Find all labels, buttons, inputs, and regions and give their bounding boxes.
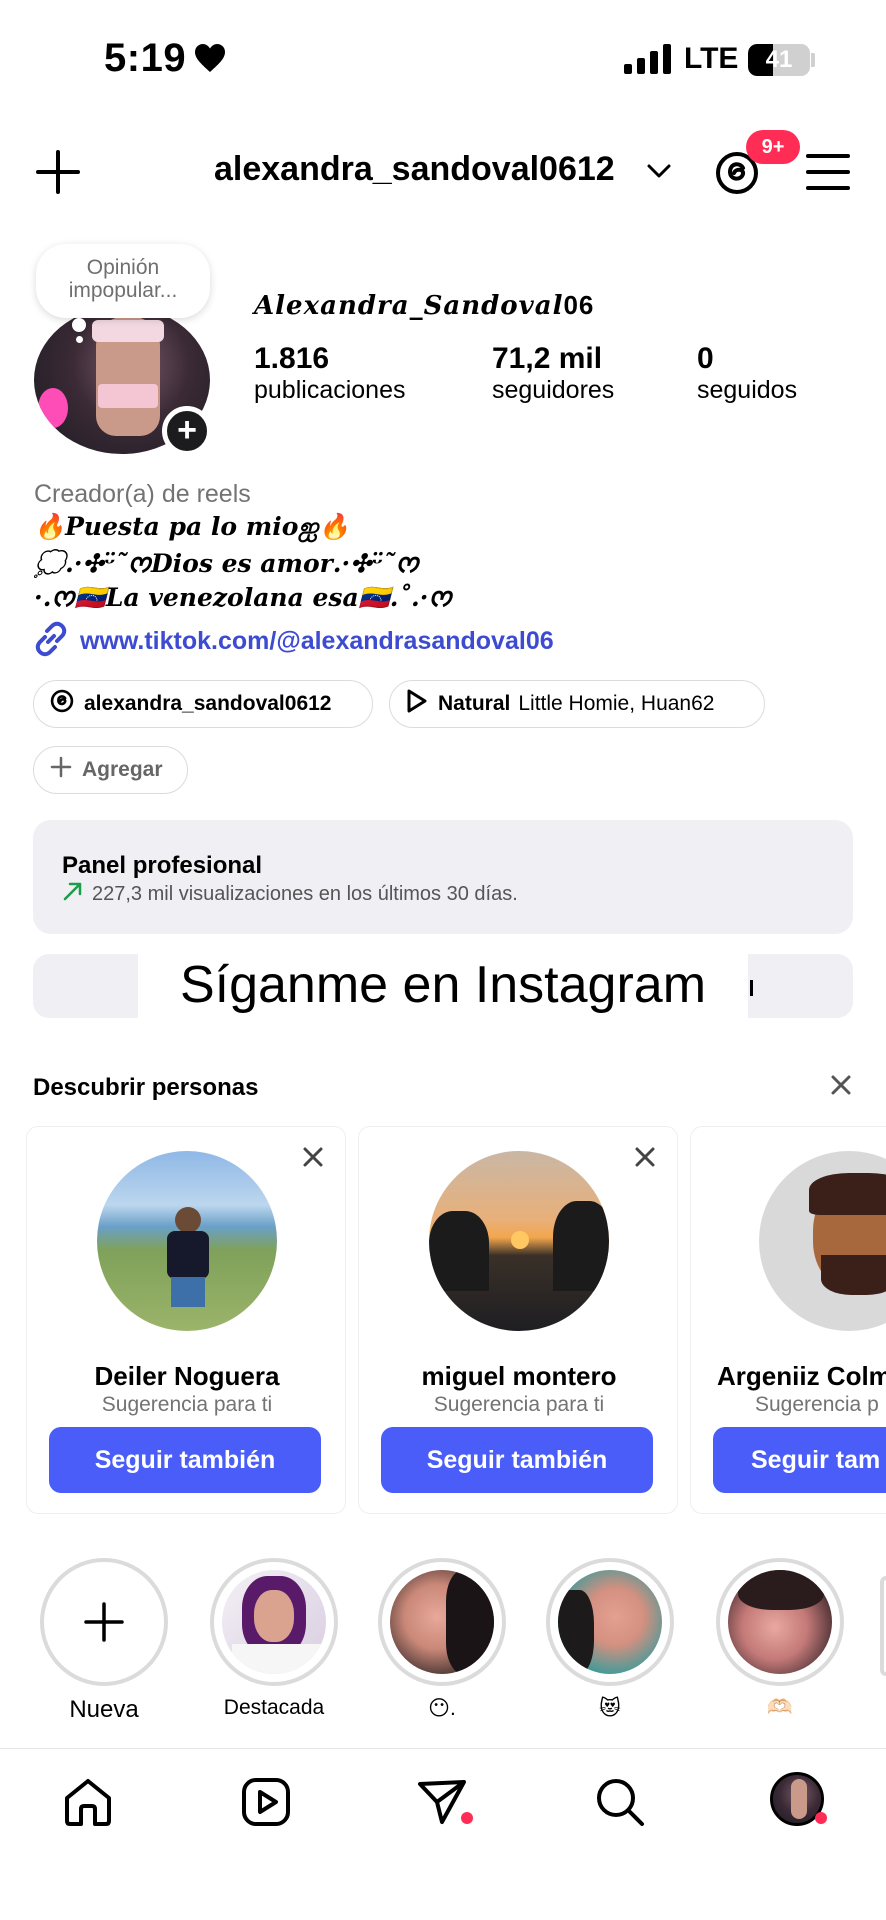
profile-category: Creador(a) de reels xyxy=(34,480,251,508)
heart-icon xyxy=(194,38,226,83)
display-name: Alexandra_Sandoval06 xyxy=(254,290,595,321)
notification-dot xyxy=(461,1812,473,1824)
add-story-plus-icon[interactable]: + xyxy=(162,406,212,456)
video-caption: Síganme en Instagram xyxy=(138,950,748,1020)
suggestion-subtitle: Sugerencia para ti xyxy=(433,1393,605,1416)
suggestion-avatar[interactable] xyxy=(97,1151,277,1331)
add-button[interactable]: Agregar xyxy=(33,746,188,794)
send-icon[interactable] xyxy=(416,1776,468,1833)
stat-following-value: 0 xyxy=(697,342,714,375)
stat-posts-label: publicaciones xyxy=(254,376,406,404)
highlight-label: 😻 xyxy=(599,1697,621,1720)
music-title: Natural xyxy=(438,692,511,715)
highlight-label: 🫶🏻 xyxy=(766,1696,794,1719)
header-username[interactable]: alexandra_sandoval0612 xyxy=(214,150,615,189)
bio-line: 💭.·✣ᵕ̈῀ᰔ𝑫𝒊𝒐𝒔 𝒆𝒔 𝒂𝒎𝒐𝒓.·✣ᵕ̈῀ᰔ xyxy=(34,549,419,578)
menu-icon[interactable] xyxy=(806,152,850,197)
suggestion-card[interactable]: Deiler Noguera Sugerencia para ti Seguir… xyxy=(26,1126,346,1514)
follow-back-button[interactable]: Seguir también xyxy=(381,1427,653,1493)
suggestion-avatar[interactable] xyxy=(429,1151,609,1331)
panel-title: Panel profesional xyxy=(62,852,263,879)
stat-following-label: seguidos xyxy=(697,376,798,404)
battery-icon: 41 xyxy=(748,44,810,76)
highlight-item[interactable] xyxy=(716,1558,844,1686)
follow-back-button[interactable]: Seguir tam xyxy=(713,1427,886,1493)
highlight-item[interactable] xyxy=(210,1558,338,1686)
panel-subtitle-text: 227,3 mil visualizaciones en los últimos… xyxy=(92,882,518,905)
add-button-label: Agregar xyxy=(82,758,163,781)
suggestion-name: miguel montero xyxy=(421,1361,617,1391)
tab-bar-divider xyxy=(0,1748,886,1749)
home-icon[interactable] xyxy=(62,1776,114,1833)
bio-line: ·.ᰔ🇻🇪𝑳𝒂 𝒗𝒆𝒏𝒆𝒛𝒐𝒍𝒂𝒏𝒂 𝒆𝒔𝒂🇻🇪.˚.·ᰔ xyxy=(34,583,452,612)
music-pill[interactable]: Natural Little Homie, Huan62 xyxy=(389,680,765,728)
trend-up-icon xyxy=(62,880,84,908)
highlight-item-partial[interactable] xyxy=(880,1576,886,1676)
follow-back-button[interactable]: Seguir también xyxy=(49,1427,321,1493)
note-tail-dot xyxy=(76,336,83,343)
stat-posts[interactable]: 1.816 publicaciones xyxy=(254,342,406,405)
highlight-label: 😶. xyxy=(428,1697,456,1720)
close-icon[interactable] xyxy=(633,1145,657,1169)
create-plus-icon[interactable] xyxy=(36,150,80,194)
cursor-mark xyxy=(750,980,753,996)
link-icon xyxy=(32,620,70,663)
threads-pill[interactable]: alexandra_sandoval0612 xyxy=(33,680,373,728)
suggestion-card[interactable]: miguel montero Sugerencia para ti Seguir… xyxy=(358,1126,678,1514)
search-icon[interactable] xyxy=(594,1776,646,1833)
reels-icon[interactable] xyxy=(240,1776,292,1833)
chevron-down-icon[interactable] xyxy=(646,162,672,185)
suggestion-name: Argeniiz Colm xyxy=(717,1361,886,1391)
threads-small-icon xyxy=(50,689,74,719)
threads-badge: 9+ xyxy=(746,130,800,164)
music-artist: Little Homie, Huan62 xyxy=(518,692,715,715)
highlight-label: Nueva xyxy=(69,1696,139,1723)
close-icon[interactable] xyxy=(301,1145,325,1169)
suggestion-subtitle: Sugerencia p xyxy=(755,1393,879,1416)
suggestion-avatar[interactable] xyxy=(759,1151,886,1331)
highlight-item[interactable] xyxy=(378,1558,506,1686)
highlight-item[interactable] xyxy=(546,1558,674,1686)
panel-subtitle: 227,3 mil visualizaciones en los últimos… xyxy=(62,880,518,908)
battery-nub xyxy=(811,53,815,67)
plus-icon xyxy=(84,1602,124,1647)
profile-link[interactable]: www.tiktok.com/@alexandrasandoval06 xyxy=(32,620,554,663)
close-icon[interactable] xyxy=(830,1074,852,1101)
bio-line: 🔥𝑷𝒖𝒆𝒔𝒕𝒂 𝒑𝒂 𝒍𝒐 𝒎𝒊𝒐ஐ🔥 xyxy=(34,512,350,541)
profile-link-text: www.tiktok.com/@alexandrasandoval06 xyxy=(80,627,554,655)
stat-followers[interactable]: 71,2 mil seguidores xyxy=(492,342,614,405)
suggestion-subtitle: Sugerencia para ti xyxy=(101,1393,273,1416)
plus-icon xyxy=(50,756,72,784)
note-tail xyxy=(72,318,86,332)
threads-pill-label: alexandra_sandoval0612 xyxy=(84,692,332,715)
network-label: LTE xyxy=(684,42,739,75)
stat-posts-value: 1.816 xyxy=(254,342,330,375)
notification-dot xyxy=(815,1812,827,1824)
suggestion-name: Deiler Noguera xyxy=(94,1361,280,1391)
highlight-label: Destacada xyxy=(223,1696,325,1719)
stat-followers-label: seguidores xyxy=(492,376,615,404)
signal-icon xyxy=(624,44,671,74)
suggestion-card[interactable]: Argeniiz Colm Sugerencia p Seguir tam xyxy=(690,1126,886,1514)
status-time: 5:19 xyxy=(104,36,226,83)
discover-title: Descubrir personas xyxy=(33,1074,259,1101)
new-highlight[interactable] xyxy=(40,1558,168,1686)
profile-note[interactable]: Opinión impopular... xyxy=(36,244,210,318)
stat-followers-value: 71,2 mil xyxy=(492,342,603,375)
stat-following[interactable]: 0 seguidos xyxy=(697,342,797,405)
play-icon xyxy=(406,689,428,719)
